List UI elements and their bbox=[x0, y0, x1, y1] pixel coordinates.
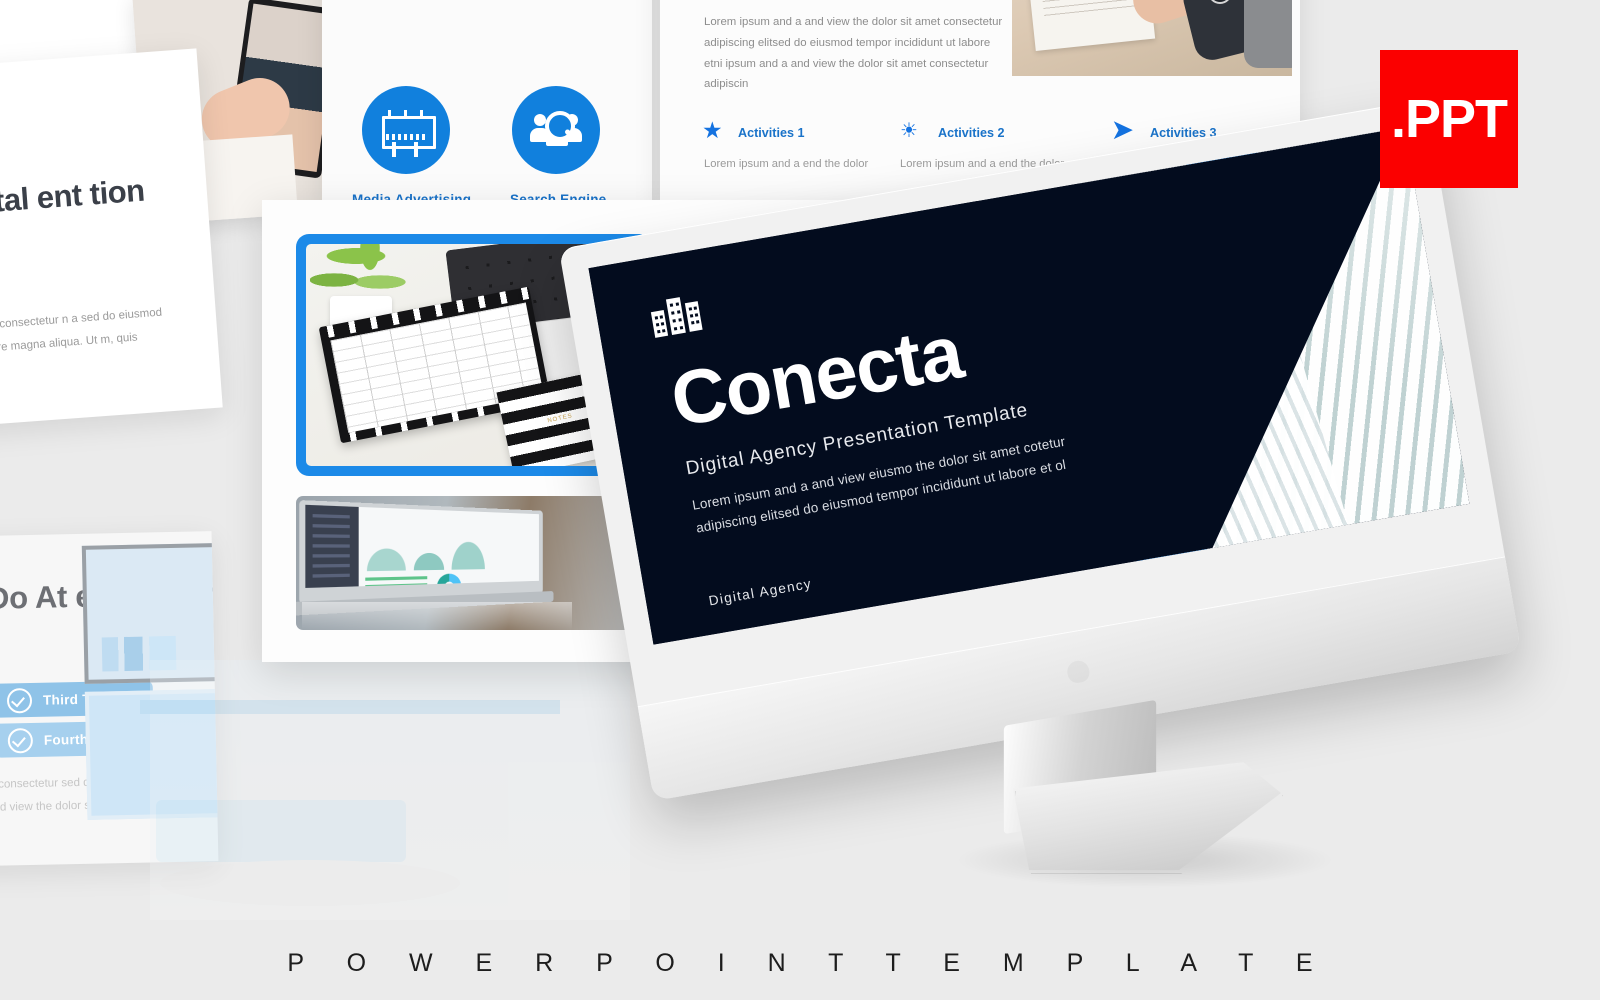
slide-digital: n Digital ent tion ve sa sit amet, conse… bbox=[0, 48, 223, 432]
slide-digital-title: n Digital ent tion bbox=[0, 172, 146, 225]
ppt-badge: .PPT bbox=[1380, 50, 1518, 188]
poster-caption: P O W E R P O I N T T E M P L A T E bbox=[287, 949, 1331, 977]
people-search-icon bbox=[530, 106, 582, 154]
apple-logo-icon bbox=[1066, 659, 1091, 684]
star-icon: ★ bbox=[702, 117, 723, 143]
sun-icon: ☀ bbox=[900, 120, 918, 142]
slide-digital-body: ve sa sit amet, consectetur n a sed do e… bbox=[0, 306, 163, 360]
slide-activities-body: Lorem ipsum and a and view the dolor sit… bbox=[704, 16, 1003, 91]
portfolio-image-2-frame bbox=[296, 496, 652, 630]
activity-text-1: Lorem ipsum and a end the dolor bbox=[704, 158, 869, 170]
slide-services: Services We Will Provide Media Advertisi… bbox=[322, 0, 652, 212]
poster-stage: n Digital ent tion ve sa sit amet, conse… bbox=[0, 0, 1600, 1000]
activity-label-2: Activities 2 bbox=[938, 126, 1005, 140]
table-reflection bbox=[302, 602, 572, 630]
meeting-photo bbox=[1012, 0, 1292, 76]
ppt-badge-label: .PPT bbox=[1390, 89, 1508, 149]
monitor-stand bbox=[955, 699, 1335, 888]
check-circle-icon bbox=[6, 687, 33, 713]
check-circle-icon bbox=[7, 727, 34, 753]
activity-label-1: Activities 1 bbox=[738, 126, 805, 140]
service-icon-circle-1 bbox=[362, 86, 450, 174]
floor-reflection bbox=[140, 660, 630, 920]
chevron-right-icon: ➤ bbox=[1112, 116, 1133, 144]
billboard-icon bbox=[380, 104, 436, 157]
laptop-illustration bbox=[296, 500, 554, 616]
service-icon-circle-2 bbox=[512, 86, 600, 174]
